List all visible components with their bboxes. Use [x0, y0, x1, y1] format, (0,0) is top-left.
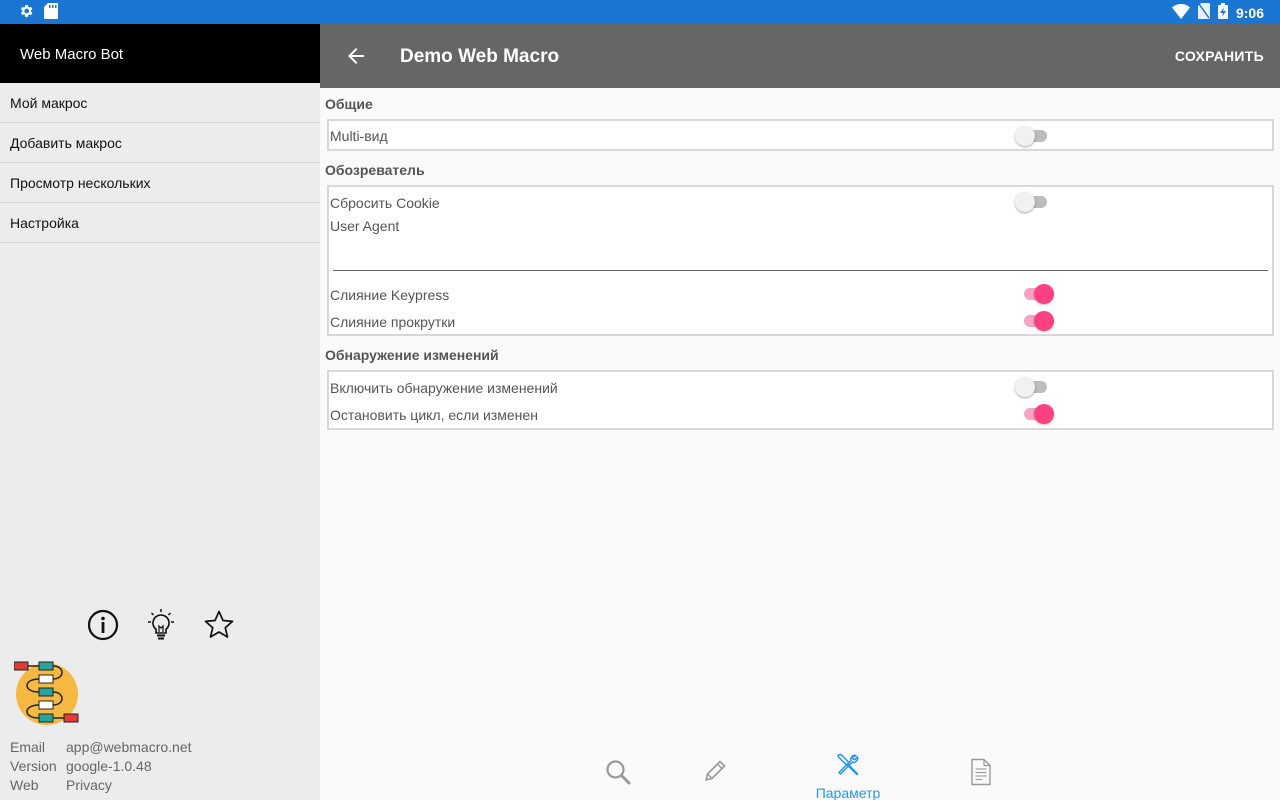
- privacy-link[interactable]: Privacy: [66, 776, 112, 795]
- reset-cookie-label: Сбросить Cookie: [330, 195, 440, 211]
- tools-icon: [835, 752, 861, 783]
- nav-tab-search[interactable]: [578, 748, 658, 800]
- status-bar: 9:06: [0, 0, 1280, 24]
- info-key: Web: [10, 777, 39, 793]
- page-title: Demo Web Macro: [400, 46, 560, 67]
- nav-tab-label: Параметр: [815, 785, 881, 800]
- drawer-item-label: Просмотр нескольких: [10, 175, 151, 191]
- info-row-version: Version google-1.0.48: [10, 757, 192, 776]
- battery-charging-icon: [1217, 3, 1228, 22]
- stop-loop-switch[interactable]: [1022, 402, 1058, 426]
- navigation-drawer: Web Macro Bot Мой макрос Добавить макрос…: [0, 24, 320, 800]
- app-toolbar: Demo Web Macro СОХРАНИТЬ: [320, 24, 1280, 88]
- drawer-app-title: Web Macro Bot: [20, 46, 124, 63]
- bottom-navigation: Параметр: [320, 748, 1280, 800]
- app-info: Email app@webmacro.net Version google-1.…: [10, 738, 192, 795]
- switch-thumb: [1015, 377, 1035, 397]
- nav-tab-parameters[interactable]: Параметр: [808, 748, 888, 800]
- nav-tab-log[interactable]: [941, 748, 1021, 800]
- user-agent-input[interactable]: [333, 237, 1268, 267]
- no-sim-icon: [1197, 3, 1210, 22]
- enable-detection-switch[interactable]: [1015, 375, 1051, 399]
- user-agent-label: User Agent: [330, 218, 400, 234]
- stop-loop-label: Остановить цикл, если изменен: [330, 407, 538, 423]
- drawer-item-settings[interactable]: Настройка: [0, 203, 320, 243]
- lightbulb-icon[interactable]: [144, 608, 178, 642]
- merge-scroll-label: Слияние прокрутки: [330, 314, 456, 330]
- info-row-email: Email app@webmacro.net: [10, 738, 192, 757]
- switch-thumb: [1034, 404, 1054, 424]
- card-general: Multi-вид: [327, 119, 1274, 151]
- drawer-item-add-macro[interactable]: Добавить макрос: [0, 123, 320, 163]
- drawer-item-label: Добавить макрос: [10, 135, 122, 151]
- clock-time: 9:06: [1235, 4, 1264, 21]
- card-change-detection: Включить обнаружение изменений Остановит…: [327, 370, 1274, 430]
- switch-thumb: [1034, 311, 1054, 331]
- merge-keypress-label: Слияние Keypress: [330, 287, 450, 303]
- info-key: Email: [10, 739, 46, 755]
- user-agent-underline: [333, 270, 1268, 271]
- pencil-icon: [702, 758, 728, 789]
- multi-view-label: Multi-вид: [330, 128, 388, 144]
- drawer-item-label: Мой макрос: [10, 95, 88, 111]
- sd-card-icon: [44, 3, 58, 24]
- back-arrow-icon[interactable]: [344, 44, 368, 68]
- drawer-item-label: Настройка: [10, 215, 79, 231]
- card-browser: Сбросить Cookie User Agent Слияние Keypr…: [327, 185, 1274, 336]
- section-title-general: Общие: [325, 96, 373, 112]
- merge-scroll-switch[interactable]: [1022, 309, 1058, 333]
- drawer-item-my-macro[interactable]: Мой макрос: [0, 83, 320, 123]
- switch-thumb: [1034, 284, 1054, 304]
- wifi-icon: [1171, 3, 1190, 22]
- gear-icon: [18, 3, 34, 24]
- merge-keypress-switch[interactable]: [1022, 282, 1058, 306]
- info-key: Version: [10, 758, 57, 774]
- section-title-change-detection: Обнаружение изменений: [325, 347, 499, 363]
- app-logo: [13, 661, 80, 727]
- drawer-icon-row: [86, 608, 236, 642]
- save-button[interactable]: СОХРАНИТЬ: [1175, 48, 1264, 64]
- search-icon: [604, 758, 632, 791]
- switch-thumb: [1015, 192, 1035, 212]
- switch-thumb: [1015, 126, 1035, 146]
- star-icon[interactable]: [202, 608, 236, 642]
- drawer-item-multi-view[interactable]: Просмотр нескольких: [0, 163, 320, 203]
- settings-content: Общие Multi-вид Обозреватель Сбросить Co…: [320, 88, 1280, 748]
- reset-cookie-switch[interactable]: [1015, 190, 1051, 214]
- enable-detection-label: Включить обнаружение изменений: [330, 380, 558, 396]
- document-icon: [969, 758, 993, 791]
- nav-tab-edit[interactable]: [675, 748, 755, 800]
- section-title-browser: Обозреватель: [325, 162, 425, 178]
- drawer-header: Web Macro Bot: [0, 24, 320, 83]
- info-row-web: Web Privacy: [10, 776, 192, 795]
- info-value[interactable]: app@webmacro.net: [66, 738, 192, 757]
- info-value: google-1.0.48: [66, 758, 152, 774]
- info-icon[interactable]: [86, 608, 120, 642]
- multi-view-switch[interactable]: [1015, 124, 1051, 148]
